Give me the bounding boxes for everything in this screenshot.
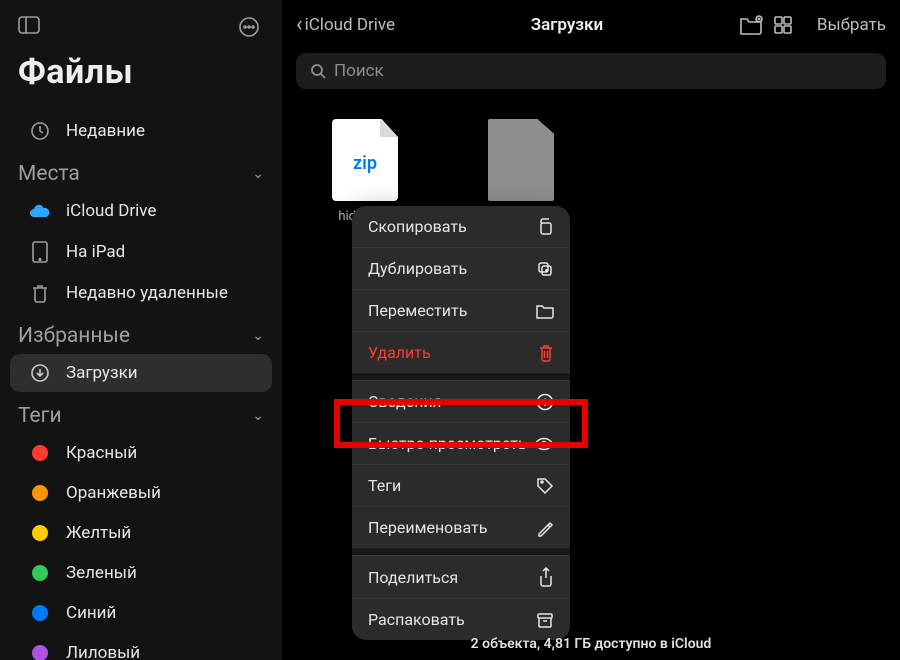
search-placeholder: Поиск	[334, 61, 384, 81]
sidebar-item-recents[interactable]: Недавние	[10, 112, 272, 150]
tag-dot-icon	[28, 645, 52, 660]
sidebar-item-ipad[interactable]: На iPad	[10, 232, 272, 272]
generic-file-icon	[488, 119, 554, 201]
select-button[interactable]: Выбрать	[817, 15, 886, 35]
context-menu-item[interactable]: Удалить	[352, 331, 570, 373]
recents-label: Недавние	[66, 121, 145, 141]
more-icon[interactable]	[238, 16, 264, 38]
trash-icon	[538, 344, 554, 362]
grid-view-icon[interactable]	[773, 15, 799, 35]
menu-item-label: Переместить	[368, 301, 467, 320]
chevron-down-icon: ⌄	[252, 408, 264, 424]
sidebar-item-icloud[interactable]: iCloud Drive	[10, 192, 272, 230]
tag-dot-icon	[28, 525, 52, 541]
sidebar-tag-item[interactable]: Синий	[10, 594, 272, 632]
menu-item-label: Распаковать	[368, 610, 465, 629]
context-menu-item[interactable]: Скопировать	[352, 206, 570, 247]
context-menu-item[interactable]: Распаковать	[352, 598, 570, 640]
download-icon	[28, 363, 52, 383]
sidebar-tag-item[interactable]: Зеленый	[10, 554, 272, 592]
chevron-down-icon: ⌄	[252, 166, 264, 182]
context-menu-item[interactable]: Теги	[352, 464, 570, 506]
tag-dot-icon	[28, 485, 52, 501]
page-title: Загрузки	[531, 15, 603, 35]
back-label: iCloud Drive	[305, 15, 395, 35]
search-input[interactable]: Поиск	[296, 53, 886, 89]
file-grid: zip hide-and- se hide-and- СкопироватьДу…	[282, 101, 900, 660]
sidebar-item-label: iCloud Drive	[66, 201, 156, 221]
context-menu-item[interactable]: Переименовать	[352, 506, 570, 548]
copy-icon	[536, 218, 554, 236]
folder-icon	[536, 303, 554, 319]
pencil-icon	[536, 519, 554, 537]
places-header[interactable]: Места ⌄	[0, 152, 282, 190]
new-folder-icon[interactable]	[739, 15, 765, 35]
tag-dot-icon	[28, 565, 52, 581]
menu-item-label: Дублировать	[368, 259, 467, 278]
sidebar-item-label: Недавно удаленные	[66, 283, 228, 303]
chevron-down-icon: ⌄	[252, 328, 264, 344]
menu-item-label: Удалить	[368, 343, 431, 362]
toolbar: ‹ iCloud Drive Загрузки Выбрать	[282, 0, 900, 49]
sidebar-tag-item[interactable]: Желтый	[10, 514, 272, 552]
sidebar-item-label: На iPad	[66, 242, 125, 262]
sidebar-title: Файлы	[0, 52, 282, 110]
context-menu-item[interactable]: Дублировать	[352, 247, 570, 289]
clock-icon	[28, 121, 52, 141]
trash-icon	[28, 283, 52, 303]
tag-label: Зеленый	[66, 563, 137, 583]
tag-label: Красный	[66, 443, 137, 463]
duplicate-icon	[536, 260, 554, 278]
app-root: Файлы Недавние Места ⌄ iCloud Drive На i…	[0, 0, 900, 660]
highlight-box	[334, 399, 588, 448]
archive-icon	[536, 611, 554, 629]
sidebar-tag-item[interactable]: Лиловый	[10, 634, 272, 660]
sidebar-tag-item[interactable]: Оранжевый	[10, 474, 272, 512]
sidebar-item-downloads[interactable]: Загрузки	[10, 354, 272, 392]
status-bar: 2 объекта, 4,81 ГБ доступно в iCloud	[282, 636, 900, 652]
tag-dot-icon	[28, 445, 52, 461]
icloud-icon	[28, 203, 52, 219]
sidebar-tag-item[interactable]: Красный	[10, 434, 272, 472]
menu-item-label: Скопировать	[368, 217, 467, 236]
sidebar-item-label: Загрузки	[66, 363, 138, 383]
tag-label: Лиловый	[66, 643, 140, 660]
context-menu-item[interactable]: Поделиться	[352, 555, 570, 598]
context-menu-item[interactable]: Переместить	[352, 289, 570, 331]
menu-item-label: Поделиться	[368, 568, 458, 587]
zip-file-icon: zip	[332, 119, 398, 201]
search-icon	[310, 63, 326, 79]
share-icon	[538, 567, 554, 587]
tag-label: Синий	[66, 603, 116, 623]
tag-label: Оранжевый	[66, 483, 161, 503]
tags-header[interactable]: Теги ⌄	[0, 394, 282, 432]
tag-icon	[536, 477, 554, 495]
tag-label: Желтый	[66, 523, 131, 543]
tag-dot-icon	[28, 605, 52, 621]
sidebar: Файлы Недавние Места ⌄ iCloud Drive На i…	[0, 0, 282, 660]
main-panel: ‹ iCloud Drive Загрузки Выбрать Поиск	[282, 0, 900, 660]
menu-item-label: Переименовать	[368, 518, 487, 537]
menu-item-label: Теги	[368, 476, 401, 495]
sidebar-item-trash[interactable]: Недавно удаленные	[10, 274, 272, 312]
ipad-icon	[28, 241, 52, 263]
favorites-header[interactable]: Избранные ⌄	[0, 314, 282, 352]
chevron-left-icon: ‹	[296, 12, 303, 37]
back-button[interactable]: ‹ iCloud Drive	[296, 12, 395, 37]
sidebar-toggle-icon[interactable]	[18, 16, 44, 38]
